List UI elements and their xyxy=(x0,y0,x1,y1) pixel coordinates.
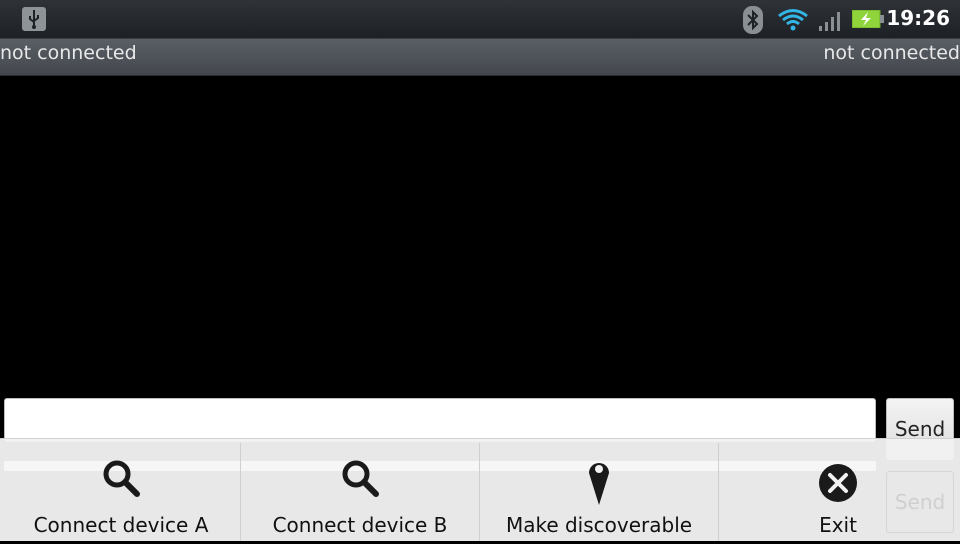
menu-item-connect-device-b[interactable]: Connect device B xyxy=(241,439,479,541)
wifi-icon xyxy=(778,9,808,31)
menu-item-make-discoverable[interactable]: Make discoverable xyxy=(480,439,718,541)
menu-item-label: Exit xyxy=(819,513,857,537)
usb-icon xyxy=(22,7,46,31)
status-bar: 19:26 xyxy=(0,0,960,39)
menu-item-label: Connect device A xyxy=(33,513,209,537)
menu-item-label: Make discoverable xyxy=(505,513,693,537)
device-a-status: not connected xyxy=(0,42,137,64)
device-b-status: not connected xyxy=(823,42,960,64)
menu-item-label: Connect device B xyxy=(272,513,448,537)
menu-item-exit[interactable]: Exit xyxy=(719,439,957,541)
battery-charging-icon xyxy=(852,10,884,28)
search-icon xyxy=(103,460,140,497)
close-icon xyxy=(819,464,857,502)
bluetooth-icon xyxy=(743,6,763,34)
menu-item-connect-device-a[interactable]: Connect device A xyxy=(2,439,240,541)
signal-icon xyxy=(819,12,840,31)
clock: 19:26 xyxy=(886,6,950,30)
message-input[interactable] xyxy=(4,398,876,442)
connection-status-bar: not connected not connected xyxy=(0,39,960,76)
search-icon xyxy=(342,460,379,497)
options-menu: Send Connect device A Connect device B M… xyxy=(0,438,960,541)
location-pin-icon xyxy=(589,463,609,505)
